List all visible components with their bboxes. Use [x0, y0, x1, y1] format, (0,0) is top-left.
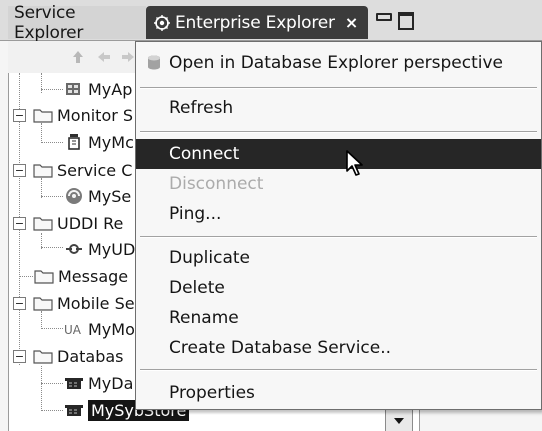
menu-separator — [140, 87, 537, 89]
mobile-icon: UA — [63, 319, 85, 339]
tree-item[interactable]: MyAp — [63, 76, 132, 102]
minimize-icon[interactable] — [376, 13, 392, 21]
menu-item-label: Open in Database Explorer perspective — [169, 53, 504, 73]
tree-folder[interactable]: Message — [33, 263, 128, 289]
sybase-workspace: Service Explorer Enterprise Explorer × M… — [0, 0, 542, 431]
menu-item-label: Rename — [169, 308, 239, 328]
tree-folder-label: UDDI Re — [57, 213, 124, 233]
tab-service-explorer[interactable]: Service Explorer — [8, 3, 146, 43]
tree-folder[interactable]: − Databas — [13, 343, 124, 369]
tab-enterprise-explorer-label: Enterprise Explorer — [175, 12, 335, 33]
collapse-icon[interactable]: − — [13, 296, 26, 310]
menu-item-label: Duplicate — [169, 248, 250, 268]
menu-item-label: Disconnect — [169, 174, 264, 194]
menu-item-label: Refresh — [169, 98, 234, 118]
menu-separator — [140, 369, 537, 371]
menu-item-label: Delete — [169, 278, 225, 298]
tree-folder[interactable]: − Mobile Se — [13, 290, 135, 316]
monitor-icon — [63, 132, 85, 152]
tree-folder-label: Monitor S — [57, 105, 134, 125]
folder-icon — [33, 266, 55, 286]
mouse-pointer-icon — [345, 149, 367, 179]
tree-item[interactable]: MyMc — [63, 129, 134, 155]
tree-folder-label: Message — [58, 266, 129, 286]
tree-item[interactable]: UA MyMo — [63, 316, 135, 342]
tree-folder[interactable]: − Monitor S — [13, 102, 133, 128]
view-tab-bar: Service Explorer Enterprise Explorer × — [0, 0, 542, 43]
collapse-icon[interactable]: − — [13, 349, 26, 363]
menu-refresh[interactable]: Refresh — [136, 93, 541, 123]
chevron-down-icon — [394, 418, 404, 424]
tree-folder-label: Service C — [57, 160, 133, 180]
application-icon — [63, 79, 85, 99]
tab-enterprise-explorer[interactable]: Enterprise Explorer × — [146, 6, 368, 39]
enterprise-explorer-icon — [152, 13, 172, 33]
tree-item[interactable]: MySe — [63, 183, 131, 209]
database-icon — [63, 373, 85, 393]
menu-separator — [140, 131, 537, 133]
menu-item-label: Ping... — [169, 204, 222, 224]
context-menu: Open in Database Explorer perspective Re… — [135, 41, 542, 410]
tab-service-explorer-label: Service Explorer — [14, 2, 84, 43]
menu-rename[interactable]: Rename — [136, 303, 541, 333]
tree-item-label: MyAp — [88, 79, 133, 99]
tree-folder-label: Databas — [57, 346, 124, 366]
service-icon — [63, 186, 85, 206]
up-arrow-icon[interactable] — [68, 47, 88, 67]
menu-duplicate[interactable]: Duplicate — [136, 243, 541, 273]
menu-create-database-service[interactable]: Create Database Service.. — [136, 333, 541, 363]
maximize-icon[interactable] — [398, 12, 414, 30]
dropdown-arrow-button[interactable] — [385, 409, 413, 431]
view-controls — [376, 12, 414, 30]
tree-folder[interactable]: − Service C — [13, 157, 132, 183]
tree-item[interactable]: MyUD — [63, 236, 135, 262]
tree-item-label: MyMo — [88, 319, 135, 339]
menu-item-label: Properties — [169, 383, 255, 403]
svg-text:UA: UA — [64, 323, 82, 337]
collapse-icon[interactable]: − — [13, 108, 26, 122]
menu-item-label: Connect — [169, 144, 240, 164]
menu-open-database-explorer[interactable]: Open in Database Explorer perspective — [136, 48, 541, 78]
menu-properties[interactable]: Properties — [136, 378, 541, 408]
folder-icon — [32, 213, 54, 233]
tree-item-label: MySe — [88, 186, 132, 206]
tree-folder-label: Mobile Se — [57, 293, 135, 313]
menu-delete[interactable]: Delete — [136, 273, 541, 303]
folder-icon — [32, 346, 54, 366]
menu-ping[interactable]: Ping... — [136, 199, 541, 229]
uddi-icon — [63, 239, 85, 259]
tree-item[interactable]: MyDa — [63, 370, 133, 396]
tree-folder[interactable]: − UDDI Re — [13, 210, 123, 236]
tree-item-label: MyUD — [88, 239, 136, 259]
database-icon — [63, 400, 85, 420]
menu-connect[interactable]: Connect — [136, 139, 541, 169]
back-arrow-icon[interactable] — [94, 47, 114, 67]
menu-item-label: Create Database Service.. — [169, 338, 392, 358]
folder-icon — [32, 105, 54, 125]
close-tab-icon[interactable]: × — [345, 13, 358, 32]
tree-item-label: MyMc — [88, 132, 134, 152]
collapse-icon[interactable]: − — [13, 163, 26, 177]
menu-disconnect[interactable]: Disconnect — [136, 169, 541, 199]
folder-icon — [32, 293, 54, 313]
collapse-icon[interactable]: − — [13, 216, 26, 230]
folder-icon — [32, 160, 54, 180]
tree-item-label: MyDa — [88, 373, 134, 393]
database-explorer-icon — [144, 53, 164, 73]
menu-separator — [140, 236, 537, 238]
